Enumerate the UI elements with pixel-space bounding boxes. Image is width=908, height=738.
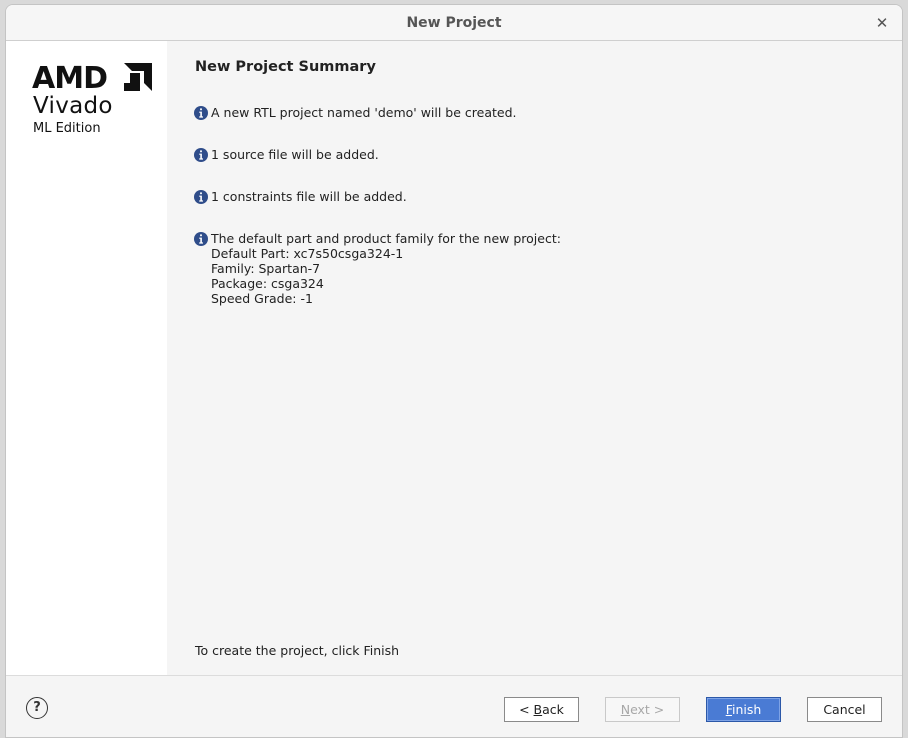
cancel-button[interactable]: Cancel (807, 697, 882, 722)
amd-logo: AMD (32, 61, 154, 96)
product-name: Vivado (33, 93, 113, 119)
next-button-mnemonic: N (620, 702, 631, 717)
title-bar: New Project ✕ (6, 5, 902, 41)
info-icon (194, 190, 208, 204)
sidebar: AMD Vivado ML Edition (6, 41, 167, 675)
button-bar: ? < Back Next > Finish Cancel (6, 675, 902, 737)
back-button-prefix: < (519, 702, 534, 717)
finish-button-rest: inish (731, 702, 762, 717)
default-part-line: Default Part: xc7s50csga324-1 (211, 246, 404, 261)
info-icon (194, 106, 208, 120)
message-text: 1 source file will be added. (211, 147, 379, 162)
back-button-rest: ack (542, 702, 564, 717)
speed-grade-line: Speed Grade: -1 (211, 291, 313, 306)
message-text: A new RTL project named 'demo' will be c… (211, 105, 517, 120)
next-button[interactable]: Next > (605, 697, 680, 722)
amd-arrow-base (124, 83, 140, 91)
next-button-rest: ext > (630, 702, 665, 717)
window-title: New Project (406, 15, 502, 31)
help-button[interactable]: ? (26, 697, 48, 719)
page-title: New Project Summary (195, 59, 376, 75)
back-button-mnemonic: B (533, 702, 543, 717)
info-icon (194, 148, 208, 162)
finish-hint: To create the project, click Finish (195, 643, 400, 658)
product-edition: ML Edition (33, 121, 101, 136)
message-text: The default part and product family for … (211, 231, 561, 246)
summary-message: A new RTL project named 'demo' will be c… (194, 105, 517, 120)
message-text: 1 constraints file will be added. (211, 189, 407, 204)
package-line: Package: csga324 (211, 276, 324, 291)
amd-arrow-square (130, 73, 140, 83)
summary-message: 1 constraints file will be added. (194, 189, 407, 204)
close-button[interactable]: ✕ (872, 13, 892, 33)
amd-logo-icon: AMD (32, 61, 152, 96)
amd-logo-text: AMD (32, 61, 107, 91)
info-icon (194, 232, 208, 246)
finish-button[interactable]: Finish (706, 697, 781, 722)
summary-panel: New Project Summary A new RTL project na… (167, 41, 902, 675)
new-project-dialog: New Project ✕ AMD Vivado ML Edition New … (5, 4, 903, 738)
summary-message-part-details: The default part and product family for … (194, 231, 561, 306)
back-button[interactable]: < Back (504, 697, 579, 722)
part-details: Default Part: xc7s50csga324-1 Family: Sp… (211, 246, 561, 306)
summary-message: 1 source file will be added. (194, 147, 379, 162)
family-line: Family: Spartan-7 (211, 261, 321, 276)
